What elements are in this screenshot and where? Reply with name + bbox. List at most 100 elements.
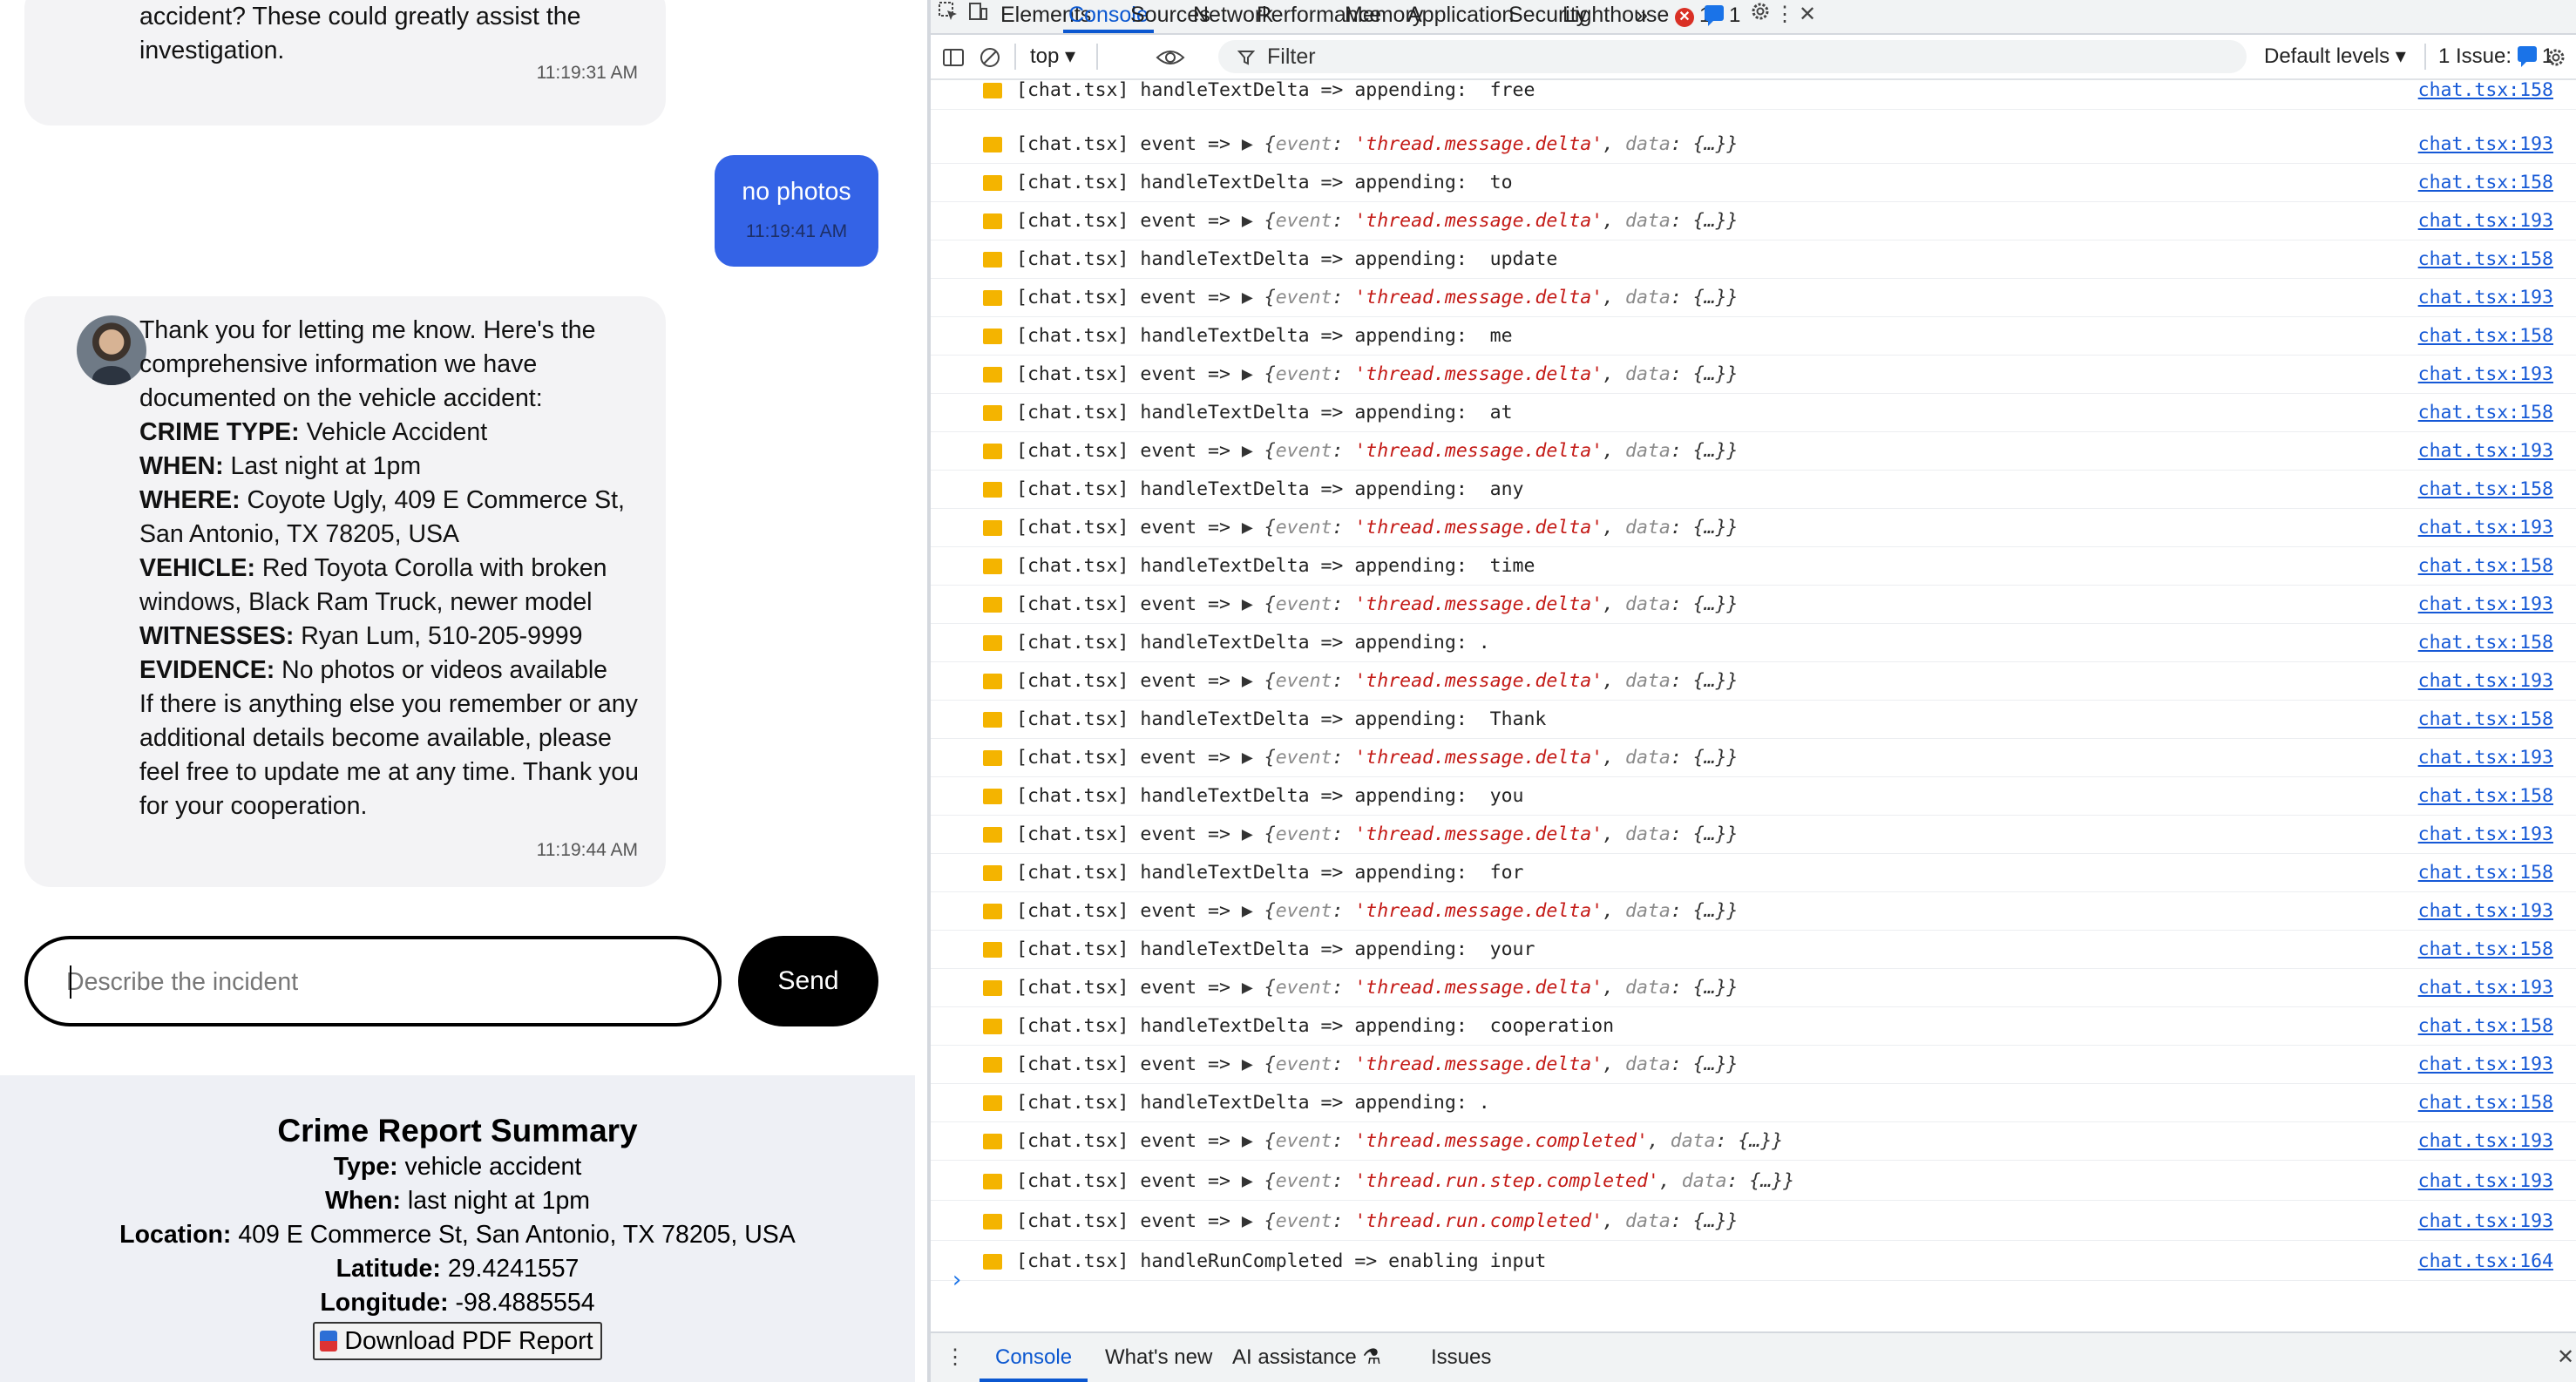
incident-input-container[interactable] xyxy=(24,936,722,1026)
expand-triangle-icon[interactable]: ▶ xyxy=(1242,287,1264,308)
expand-triangle-icon[interactable]: ▶ xyxy=(1242,440,1264,462)
event-object-preview[interactable]: {event: 'thread.message.delta', data: {…… xyxy=(1264,210,1739,232)
expand-triangle-icon[interactable]: ▶ xyxy=(1242,670,1264,692)
log-source-link[interactable]: chat.tsx:193 xyxy=(2418,1122,2553,1161)
expand-triangle-icon[interactable]: ▶ xyxy=(1242,1210,1264,1232)
expand-triangle-icon[interactable]: ▶ xyxy=(1242,133,1264,155)
log-source-link[interactable]: chat.tsx:158 xyxy=(2418,471,2553,509)
event-object-preview[interactable]: {event: 'thread.message.delta', data: {…… xyxy=(1264,517,1739,539)
console-log-row: [chat.tsx] handleTextDelta => appending:… xyxy=(931,624,2576,662)
log-source-link[interactable]: chat.tsx:193 xyxy=(2418,969,2553,1007)
summary-location: Location: 409 E Commerce St, San Antonio… xyxy=(0,1218,915,1252)
close-drawer-icon[interactable]: ✕ xyxy=(2557,1333,2574,1382)
event-name: 'thread.message.delta' xyxy=(1354,593,1603,615)
drawer-tab-issues[interactable]: Issues xyxy=(1431,1333,1491,1382)
close-icon[interactable]: ✕ xyxy=(1790,0,1825,31)
log-source-link[interactable]: chat.tsx:193 xyxy=(2418,816,2553,854)
log-source-link[interactable]: chat.tsx:193 xyxy=(2418,1162,2553,1201)
event-object-preview[interactable]: {event: 'thread.run.step.completed', dat… xyxy=(1264,1170,1794,1192)
event-object-preview[interactable]: {event: 'thread.message.completed', data… xyxy=(1264,1130,1783,1152)
event-object-preview[interactable]: {event: 'thread.message.delta', data: {…… xyxy=(1264,287,1739,308)
event-object-preview[interactable]: {event: 'thread.run.completed', data: {…… xyxy=(1264,1210,1739,1232)
console-filter-box[interactable] xyxy=(1218,40,2247,73)
send-button[interactable]: Send xyxy=(738,936,878,1026)
log-source-link[interactable]: chat.tsx:193 xyxy=(2418,892,2553,931)
event-object-preview[interactable]: {event: 'thread.message.delta', data: {…… xyxy=(1264,440,1739,462)
log-prefix: [chat.tsx] event => xyxy=(1016,363,1242,385)
clear-console-icon[interactable] xyxy=(978,35,1002,78)
log-levels-dropdown[interactable]: Default levels ▾ xyxy=(2264,35,2406,78)
log-source-link[interactable]: chat.tsx:158 xyxy=(2418,240,2553,279)
event-object-preview[interactable]: {event: 'thread.message.delta', data: {…… xyxy=(1264,133,1739,155)
tab-application[interactable]: Application xyxy=(1407,0,1514,33)
log-source-link[interactable]: chat.tsx:193 xyxy=(2418,739,2553,777)
field-value: vehicle accident xyxy=(397,1153,582,1181)
summary-type: Type: vehicle accident xyxy=(0,1150,915,1184)
expand-triangle-icon[interactable]: ▶ xyxy=(1242,823,1264,845)
log-source-link[interactable]: chat.tsx:158 xyxy=(2418,624,2553,662)
more-tabs-icon[interactable]: » xyxy=(1636,0,1648,33)
log-source-link[interactable]: chat.tsx:158 xyxy=(2418,80,2553,110)
drawer-tab-ai-assistance[interactable]: AI assistance ⚗ xyxy=(1232,1333,1381,1382)
message-line: for your cooperation. xyxy=(139,792,368,820)
log-source-link[interactable]: chat.tsx:193 xyxy=(2418,202,2553,240)
expand-triangle-icon[interactable]: ▶ xyxy=(1242,977,1264,999)
expand-triangle-icon[interactable]: ▶ xyxy=(1242,1170,1264,1192)
log-source-link[interactable]: chat.tsx:158 xyxy=(2418,931,2553,969)
log-source-link[interactable]: chat.tsx:158 xyxy=(2418,164,2553,202)
console-log-row: [chat.tsx] handleTextDelta => appending:… xyxy=(931,471,2576,509)
event-object-preview[interactable]: {event: 'thread.message.delta', data: {…… xyxy=(1264,363,1739,385)
console-log-row: [chat.tsx] handleTextDelta => appending:… xyxy=(931,777,2576,816)
log-source-link[interactable]: chat.tsx:158 xyxy=(2418,1084,2553,1122)
log-source-link[interactable]: chat.tsx:193 xyxy=(2418,662,2553,701)
issues-counter[interactable]: 1 Issue: 1 xyxy=(2438,35,2553,78)
log-level-marker xyxy=(983,942,1002,958)
event-object-preview[interactable]: {event: 'thread.message.delta', data: {…… xyxy=(1264,1053,1739,1075)
console-log-row: [chat.tsx] event => ▶ {event: 'thread.me… xyxy=(931,816,2576,854)
tab-lighthouse[interactable]: Lighthouse xyxy=(1563,0,1669,33)
event-object-preview[interactable]: {event: 'thread.message.delta', data: {…… xyxy=(1264,823,1739,845)
drawer-menu-icon[interactable]: ⋮ xyxy=(945,1333,966,1382)
log-source-link[interactable]: chat.tsx:158 xyxy=(2418,317,2553,356)
event-object-preview[interactable]: {event: 'thread.message.delta', data: {…… xyxy=(1264,747,1739,769)
console-filter-input[interactable] xyxy=(1267,44,1790,70)
expand-triangle-icon[interactable]: ▶ xyxy=(1242,210,1264,232)
device-toolbar-icon[interactable] xyxy=(960,0,995,31)
log-source-link[interactable]: chat.tsx:158 xyxy=(2418,394,2553,432)
log-source-link[interactable]: chat.tsx:193 xyxy=(2418,356,2553,394)
expand-triangle-icon[interactable]: ▶ xyxy=(1242,1130,1264,1152)
log-source-link[interactable]: chat.tsx:193 xyxy=(2418,586,2553,624)
log-source-link[interactable]: chat.tsx:193 xyxy=(2418,1046,2553,1084)
live-expression-eye-icon[interactable] xyxy=(1156,35,1185,78)
event-object-preview[interactable]: {event: 'thread.message.delta', data: {…… xyxy=(1264,977,1739,999)
expand-triangle-icon[interactable]: ▶ xyxy=(1242,593,1264,615)
console-prompt-chevron-icon[interactable]: › xyxy=(950,1267,964,1293)
log-source-link[interactable]: chat.tsx:193 xyxy=(2418,1202,2553,1241)
drawer-tab-console[interactable]: Console xyxy=(979,1333,1088,1382)
event-object-preview[interactable]: {event: 'thread.message.delta', data: {…… xyxy=(1264,670,1739,692)
log-source-link[interactable]: chat.tsx:158 xyxy=(2418,701,2553,739)
log-source-link[interactable]: chat.tsx:158 xyxy=(2418,547,2553,586)
log-source-link[interactable]: chat.tsx:193 xyxy=(2418,125,2553,164)
log-source-link[interactable]: chat.tsx:193 xyxy=(2418,432,2553,471)
incident-input[interactable] xyxy=(66,960,676,1004)
event-object-preview[interactable]: {event: 'thread.message.delta', data: {…… xyxy=(1264,593,1739,615)
log-source-link[interactable]: chat.tsx:158 xyxy=(2418,777,2553,816)
event-object-preview[interactable]: {event: 'thread.message.delta', data: {…… xyxy=(1264,900,1739,922)
console-settings-gear-icon[interactable] xyxy=(2545,35,2567,78)
expand-triangle-icon[interactable]: ▶ xyxy=(1242,747,1264,769)
log-source-link[interactable]: chat.tsx:158 xyxy=(2418,854,2553,892)
message-count-badge[interactable]: 1 xyxy=(1705,3,1740,28)
log-source-link[interactable]: chat.tsx:193 xyxy=(2418,509,2553,547)
download-pdf-button[interactable]: Download PDF Report xyxy=(313,1322,602,1360)
expand-triangle-icon[interactable]: ▶ xyxy=(1242,363,1264,385)
expand-triangle-icon[interactable]: ▶ xyxy=(1242,517,1264,539)
context-selector[interactable]: top ▾ xyxy=(1030,35,1075,78)
log-source-link[interactable]: chat.tsx:158 xyxy=(2418,1007,2553,1046)
sidebar-toggle-icon[interactable] xyxy=(941,35,966,78)
expand-triangle-icon[interactable]: ▶ xyxy=(1242,1053,1264,1075)
drawer-tab-whats-new[interactable]: What's new xyxy=(1105,1333,1212,1382)
log-source-link[interactable]: chat.tsx:164 xyxy=(2418,1243,2553,1281)
expand-triangle-icon[interactable]: ▶ xyxy=(1242,900,1264,922)
log-source-link[interactable]: chat.tsx:193 xyxy=(2418,279,2553,317)
